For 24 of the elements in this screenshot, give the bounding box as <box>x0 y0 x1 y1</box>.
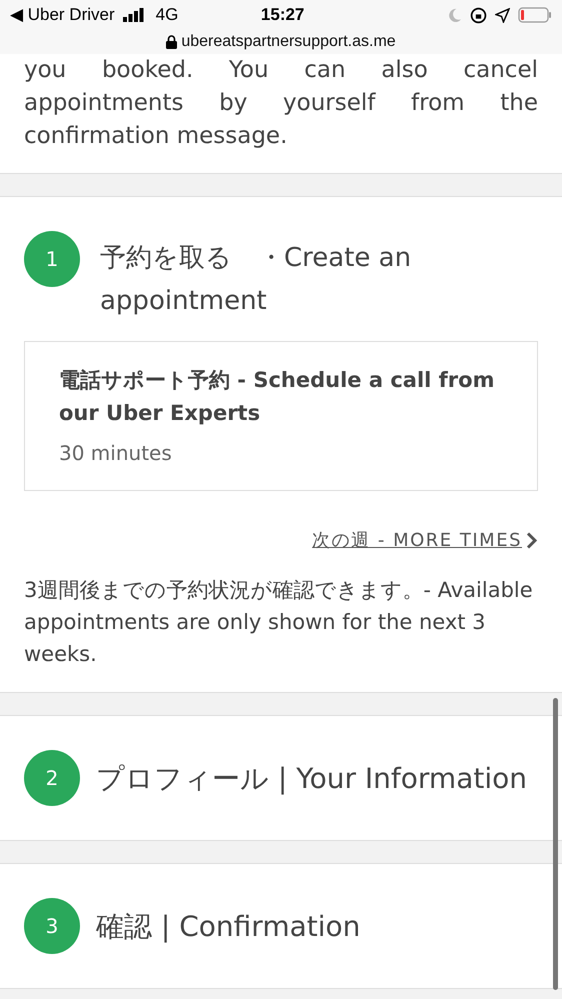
signal-icon <box>122 8 144 22</box>
url-text[interactable]: ubereatspartnersupport.as.me <box>181 30 396 54</box>
location-arrow-icon <box>494 8 510 22</box>
step-title: 確認 | Confirmation <box>96 908 360 945</box>
battery-icon <box>518 7 552 23</box>
back-to-app-link[interactable]: ◀ Uber Driver <box>10 2 115 28</box>
rotation-lock-icon <box>470 6 487 24</box>
step-title: プロフィール | Your Information <box>96 760 527 797</box>
moon-icon <box>446 8 462 22</box>
intro-paragraph: you booked. You can also cancel appointments by yourself from the confirmation message. <box>23 56 539 151</box>
chevron-right-icon[interactable] <box>526 532 538 549</box>
availability-note: 3週間後までの予約状況が確認できます。- Available appointments are only shown for the next 3 weeks. <box>23 577 534 668</box>
service-card[interactable]: 電話サポート予約 - Schedule a call from our Uber Experts 30 minutes <box>24 341 538 491</box>
step-title: 予約を取る ・Create an appointment <box>100 242 412 318</box>
lock-icon <box>166 35 178 49</box>
scrollbar[interactable] <box>553 698 558 990</box>
service-title: 電話サポート予約 - Schedule a call from our Uber Experts <box>59 367 496 427</box>
step-number-badge: 3 <box>24 898 80 954</box>
step-number-badge: 1 <box>24 231 80 287</box>
more-times-link[interactable]: 次の週 - MORE TIMES <box>312 527 522 554</box>
network-label: 4G <box>156 4 178 26</box>
step-number-badge: 2 <box>24 750 80 806</box>
clock: 15:27 <box>260 4 306 26</box>
service-duration: 30 minutes <box>59 440 173 467</box>
